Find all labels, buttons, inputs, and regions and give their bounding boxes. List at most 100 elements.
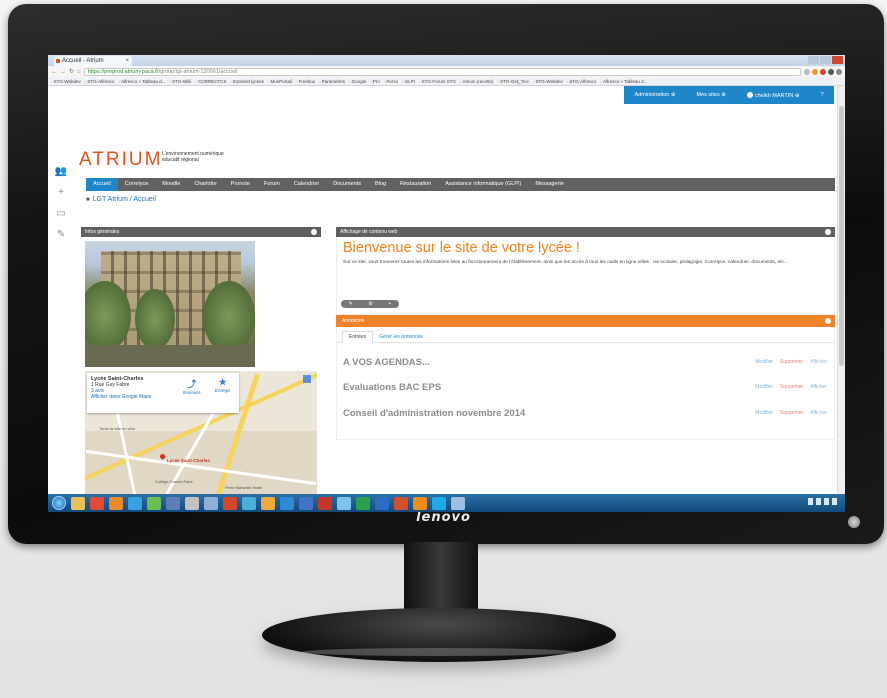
bookmark-item[interactable]: Extranet lycées <box>230 79 264 84</box>
bookmark-item[interactable]: STG-Forum STG <box>419 79 456 84</box>
bookmark-item[interactable]: CORRECTCS <box>195 79 227 84</box>
app-icon[interactable] <box>261 496 275 510</box>
portlet-options-icon[interactable] <box>311 229 317 235</box>
bookmark-item[interactable]: STG-Webdev <box>533 79 563 84</box>
reload-icon[interactable]: ↻ <box>69 68 74 75</box>
app-icon[interactable] <box>223 496 237 510</box>
app-icon[interactable] <box>318 496 332 510</box>
portlet-options-icon[interactable] <box>825 229 831 235</box>
nav-item[interactable]: Moodle <box>155 178 187 191</box>
nav-item[interactable]: Assistance informatique (GLPI) <box>438 178 528 191</box>
delete-link[interactable]: Supprimer <box>780 410 803 416</box>
nav-item[interactable]: Charlotte <box>187 178 223 191</box>
extension-icon[interactable] <box>828 68 834 75</box>
extension-icon[interactable] <box>812 68 818 75</box>
skype-icon[interactable] <box>432 496 446 510</box>
modify-link[interactable]: Modifier <box>755 384 773 390</box>
bookmark-item[interactable]: Paramètres <box>319 79 345 84</box>
star-icon[interactable] <box>804 68 810 75</box>
app-icon[interactable] <box>166 496 180 510</box>
breadcrumb-link[interactable]: LGT Atrium / Accueil <box>86 196 156 203</box>
edit-icon[interactable]: ✎ <box>57 229 65 240</box>
close-window-button[interactable] <box>832 56 843 64</box>
show-link[interactable]: Afficher <box>810 384 827 390</box>
page-scrollbar[interactable] <box>837 86 845 496</box>
tray-icon[interactable] <box>832 498 837 505</box>
start-button[interactable] <box>52 496 66 510</box>
nav-item[interactable]: Pronote <box>224 178 257 191</box>
bookmark-item[interactable]: Pro <box>370 79 380 84</box>
bookmark-item[interactable]: Alfresco » Tableau d... <box>118 79 165 84</box>
tab-manage[interactable]: Gérer les annonces <box>373 332 429 342</box>
app-icon[interactable] <box>147 496 161 510</box>
bookmark-item[interactable]: STG-Wiki <box>169 79 191 84</box>
explorer-icon[interactable] <box>71 496 85 510</box>
portlet-options-icon[interactable] <box>825 318 831 324</box>
word-icon[interactable] <box>375 496 389 510</box>
internet-explorer-icon[interactable] <box>128 496 142 510</box>
nav-item[interactable]: Restauration <box>393 178 438 191</box>
home-icon[interactable]: ⌂ <box>77 69 81 75</box>
tray-icon[interactable] <box>808 498 813 505</box>
nav-item[interactable]: Documents <box>326 178 368 191</box>
bookmark-item[interactable]: Alfresco » Tableau d... <box>600 79 647 84</box>
app-icon[interactable] <box>280 496 294 510</box>
announcement-title[interactable]: Evaluations BAC EPS <box>343 382 755 393</box>
nav-item[interactable]: Forum <box>257 178 287 191</box>
menu-icon[interactable] <box>836 68 842 75</box>
bookmark-item[interactable]: STG-Webdev <box>51 79 81 84</box>
users-icon[interactable]: 👥 <box>55 166 67 177</box>
nav-item[interactable]: Blog <box>368 178 393 191</box>
extension-icon[interactable] <box>820 68 826 75</box>
excel-icon[interactable] <box>356 496 370 510</box>
delete-link[interactable]: Supprimer <box>780 359 803 365</box>
forward-icon[interactable]: → <box>60 69 66 75</box>
tray-icon[interactable] <box>824 498 829 505</box>
announcement-title[interactable]: A VOS AGENDAS... <box>343 357 755 368</box>
nav-item[interactable]: Messagerie <box>528 178 570 191</box>
tray-icon[interactable] <box>816 498 821 505</box>
maximize-button[interactable] <box>820 56 831 64</box>
browser-tab[interactable]: Accueil - Atrium × <box>54 56 132 66</box>
help-icon[interactable]: ? <box>820 92 823 98</box>
map-pin-icon[interactable]: ● <box>159 449 166 463</box>
app-icon[interactable] <box>337 496 351 510</box>
administration-menu[interactable]: Administration ⊕ <box>635 92 676 98</box>
app-icon[interactable] <box>451 496 465 510</box>
show-link[interactable]: Afficher <box>810 410 827 416</box>
firefox-icon[interactable] <box>109 496 123 510</box>
close-tab-icon[interactable]: × <box>125 56 129 66</box>
nav-item[interactable]: Accueil <box>86 178 118 191</box>
bookmark-item[interactable]: MonPortail <box>268 79 292 84</box>
app-icon[interactable] <box>299 496 313 510</box>
bookmark-item[interactable]: STG-Alfresco <box>567 79 596 84</box>
bookmark-item[interactable]: Perso <box>384 79 398 84</box>
minimize-button[interactable] <box>808 56 819 64</box>
show-link[interactable]: Afficher <box>810 359 827 365</box>
google-map[interactable]: Lycée Saint-Charles 1 Rue Guy Fabre 3 av… <box>85 371 317 496</box>
atrium-logo[interactable]: ATRIUM <box>79 149 162 171</box>
map-open-link[interactable]: Afficher dans Google Maps <box>91 394 235 400</box>
gear-icon[interactable]: ⚙ <box>368 301 372 307</box>
nav-item[interactable]: Correlyce <box>118 178 156 191</box>
monitor-icon[interactable]: ▭ <box>56 208 65 219</box>
user-menu[interactable]: cheikh MARTIN ⊕ <box>747 92 800 99</box>
my-sites-menu[interactable]: Mes sites ⊕ <box>697 92 726 98</box>
vlc-icon[interactable] <box>413 496 427 510</box>
app-icon[interactable] <box>185 496 199 510</box>
edit-icon[interactable]: ✎ <box>349 301 353 307</box>
bookmark-item[interactable]: Atrium (recette) <box>460 79 493 84</box>
add-icon[interactable]: + <box>388 301 391 307</box>
nav-item[interactable]: Calendrier <box>287 178 326 191</box>
tab-entries[interactable]: Entrées <box>342 331 374 343</box>
app-icon[interactable] <box>242 496 256 510</box>
bookmark-item[interactable]: STG-Get_Tice <box>497 79 529 84</box>
map-save-button[interactable]: ★ Enregis <box>215 377 230 393</box>
bookmark-item[interactable]: Google <box>349 79 367 84</box>
app-icon[interactable] <box>204 496 218 510</box>
map-fullscreen-icon[interactable] <box>303 375 311 383</box>
back-icon[interactable]: ← <box>51 69 57 75</box>
bookmark-item[interactable]: GLPI <box>402 79 415 84</box>
announcement-title[interactable]: Conseil d'administration novembre 2014 <box>343 408 755 419</box>
modify-link[interactable]: Modifier <box>755 359 773 365</box>
